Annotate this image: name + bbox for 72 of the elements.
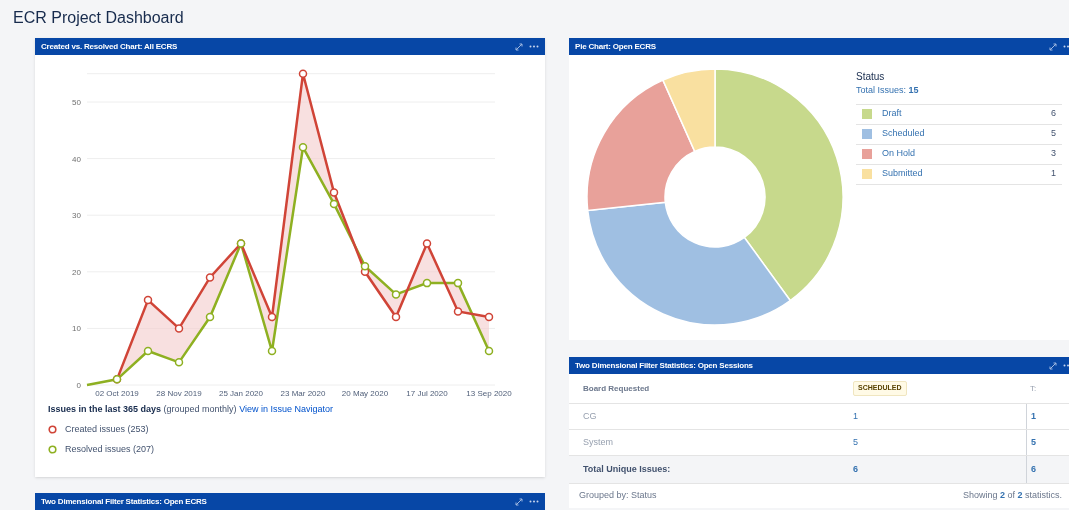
axis-label: 0 <box>76 381 81 390</box>
axis-label: 25 Jan 2020 <box>219 389 263 398</box>
axis-label: 40 <box>72 154 81 164</box>
legend-count: 6 <box>1051 107 1056 121</box>
data-point <box>205 273 215 282</box>
legend-count: 5 <box>1051 127 1056 141</box>
data-point <box>143 295 153 305</box>
expand-icon[interactable] <box>515 42 523 51</box>
panel-title: Two Dimensional Filter Statistics: Open Sessions <box>575 359 753 372</box>
data-point <box>484 312 494 322</box>
legend-label: Created issues (253) <box>65 422 149 436</box>
axis-label: 10 <box>72 324 81 334</box>
chart-caption: Issues in the last 365 days (grouped monthly) View in Issue Navigator <box>48 403 335 416</box>
table-cell[interactable]: 1 <box>1026 404 1036 429</box>
legend-link[interactable]: Submitted <box>882 167 1051 181</box>
data-point <box>422 239 432 248</box>
data-point <box>298 143 308 152</box>
legend-heading: Status <box>856 70 886 84</box>
showing-text: Showing 2 of 2 statistics. <box>962 489 1062 503</box>
axis-label: 50 <box>72 98 81 107</box>
data-point <box>174 358 184 367</box>
panel-title: Created vs. Resolved Chart: All ECRS <box>41 40 178 53</box>
legend-link[interactable]: On Hold <box>882 147 1051 161</box>
legend-label: Resolved issues (207) <box>65 442 155 456</box>
legend-count: 3 <box>1051 147 1056 161</box>
data-point <box>329 199 339 209</box>
column-header: T: <box>1029 382 1037 395</box>
table-cell-text: CG <box>582 409 598 423</box>
data-point <box>484 346 494 356</box>
column-header: Board Requested <box>582 382 651 395</box>
data-point <box>143 346 153 356</box>
more-icon[interactable] <box>529 500 539 503</box>
data-point <box>267 346 277 356</box>
legend-link[interactable]: Draft <box>882 107 1051 121</box>
axis-label: 23 Mar 2020 <box>280 389 326 398</box>
data-point <box>205 312 215 322</box>
table-cell[interactable]: 6 <box>1026 456 1036 483</box>
total-issues: Total Issues: 15 <box>856 84 920 97</box>
table-cell[interactable]: 5 <box>853 435 1026 450</box>
data-point <box>329 188 339 197</box>
axis-label: 30 <box>72 211 81 221</box>
data-point <box>174 324 184 333</box>
table-cell[interactable]: 1 <box>853 409 1026 424</box>
data-point <box>453 307 463 316</box>
expand-icon[interactable] <box>1049 42 1057 51</box>
data-point <box>298 69 308 78</box>
data-point <box>422 278 432 288</box>
page-title: ECR Project Dashboard <box>13 8 184 28</box>
grouped-by-text: Grouped by: Status <box>579 489 657 503</box>
panel-title: Two Dimensional Filter Statistics: Open ECRS <box>41 495 207 508</box>
data-point <box>360 261 370 271</box>
panel-title: Pie Chart: Open ECRS <box>575 40 656 53</box>
axis-label: 28 Nov 2019 <box>156 389 202 398</box>
axis-label: 02 Oct 2019 <box>95 389 139 398</box>
data-point <box>267 312 277 322</box>
table-cell-text: System <box>582 435 614 449</box>
table-cell[interactable]: 6 <box>853 462 1026 477</box>
axis-label: 17 Jul 2020 <box>406 389 448 398</box>
axis-label: 13 Sep 2020 <box>466 389 512 398</box>
expand-icon[interactable] <box>1049 361 1057 370</box>
expand-icon[interactable] <box>515 497 523 506</box>
data-point <box>391 312 401 322</box>
table-cell[interactable]: 5 <box>1026 430 1036 455</box>
data-point <box>391 290 401 299</box>
legend-link[interactable]: Scheduled <box>882 127 1051 141</box>
more-icon[interactable] <box>529 45 539 48</box>
issue-navigator-link[interactable]: View in Issue Navigator <box>239 404 334 414</box>
axis-label: 20 <box>72 267 81 277</box>
table-cell-text: Total Unique Issues: <box>582 462 672 476</box>
legend-count: 1 <box>1051 167 1056 181</box>
data-point <box>453 278 463 288</box>
axis-label: 20 May 2020 <box>341 389 389 398</box>
